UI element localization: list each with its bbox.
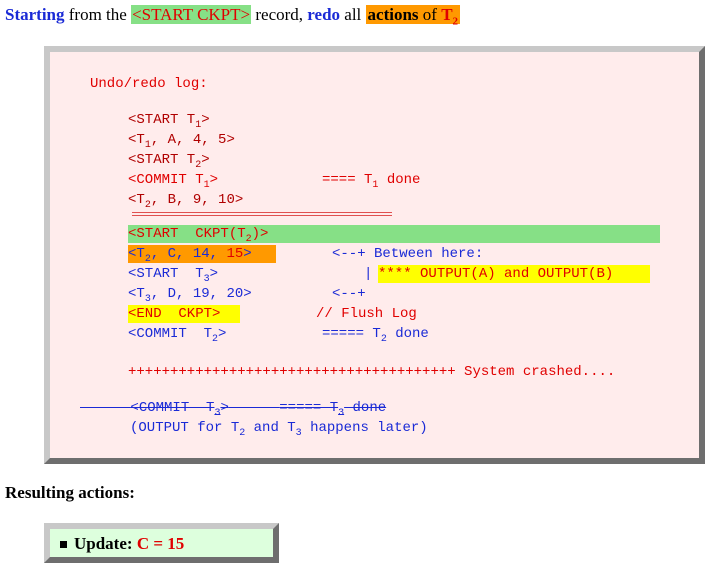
- log-crash-line: +++++++++++++++++++++++++++++++++++++++ …: [128, 364, 616, 380]
- heading-actions: actions: [367, 5, 419, 24]
- heading-of: of: [418, 5, 442, 24]
- log-line: <START T1>: [128, 112, 210, 131]
- undo-redo-log-panel: Undo/redo log: <START T1> <T1, A, 4, 5> …: [44, 46, 705, 464]
- log-line: <COMMIT T1>: [128, 172, 219, 191]
- heading-t2: T2: [441, 5, 459, 28]
- log-line-lost: <COMMIT T3> ===== T3 done: [130, 400, 387, 419]
- log-line: <START T2>: [128, 152, 210, 171]
- bullet-square-icon: [60, 541, 67, 548]
- result-value: C = 15: [136, 534, 185, 553]
- log-bracket-bar: |: [364, 266, 373, 282]
- log-footnote: (OUTPUT for T2 and T3 happens later): [130, 420, 428, 439]
- log-title: Undo/redo log:: [90, 76, 208, 92]
- log-note-output: **** OUTPUT(A) and OUTPUT(B): [378, 265, 650, 283]
- log-line: <COMMIT T2>: [128, 326, 227, 345]
- page-heading: Starting from the <START CKPT> record, r…: [5, 4, 461, 28]
- log-line: <T2, B, 9, 10>: [128, 192, 244, 211]
- result-item: Update: C = 15: [60, 534, 185, 554]
- log-line: <START T3>: [128, 266, 219, 285]
- log-note-between: <--+ Between here:: [332, 246, 484, 262]
- log-separator: [132, 215, 392, 216]
- log-line-start-ckpt: <START CKPT(T2)>: [128, 225, 660, 244]
- log-note-bracket-end: <--+: [332, 286, 366, 302]
- log-line-t2-c: <T2, C, 14, 15>: [128, 245, 276, 264]
- log-line: <T1, A, 4, 5>: [128, 132, 235, 151]
- result-label: Update:: [74, 534, 133, 553]
- log-line-end-ckpt: <END CKPT>: [128, 305, 240, 323]
- log-separator: [132, 212, 392, 213]
- heading-text: from the: [64, 5, 132, 24]
- log-note: ==== T1 done: [322, 172, 421, 191]
- log-note-flush: // Flush Log: [316, 306, 417, 322]
- heading-start-ckpt: <START CKPT>: [131, 5, 252, 24]
- log-note: ===== T2 done: [322, 326, 429, 345]
- heading-actions-of-t2: actions of T2: [365, 5, 461, 28]
- heading-starting: Starting: [5, 5, 65, 24]
- heading-redo: redo: [307, 5, 341, 24]
- results-title: Resulting actions:: [5, 483, 135, 502]
- heading-text: all: [340, 5, 366, 24]
- log-line: <T3, D, 19, 20>: [128, 286, 252, 305]
- results-panel: Update: C = 15: [44, 523, 279, 563]
- heading-text: record,: [251, 5, 308, 24]
